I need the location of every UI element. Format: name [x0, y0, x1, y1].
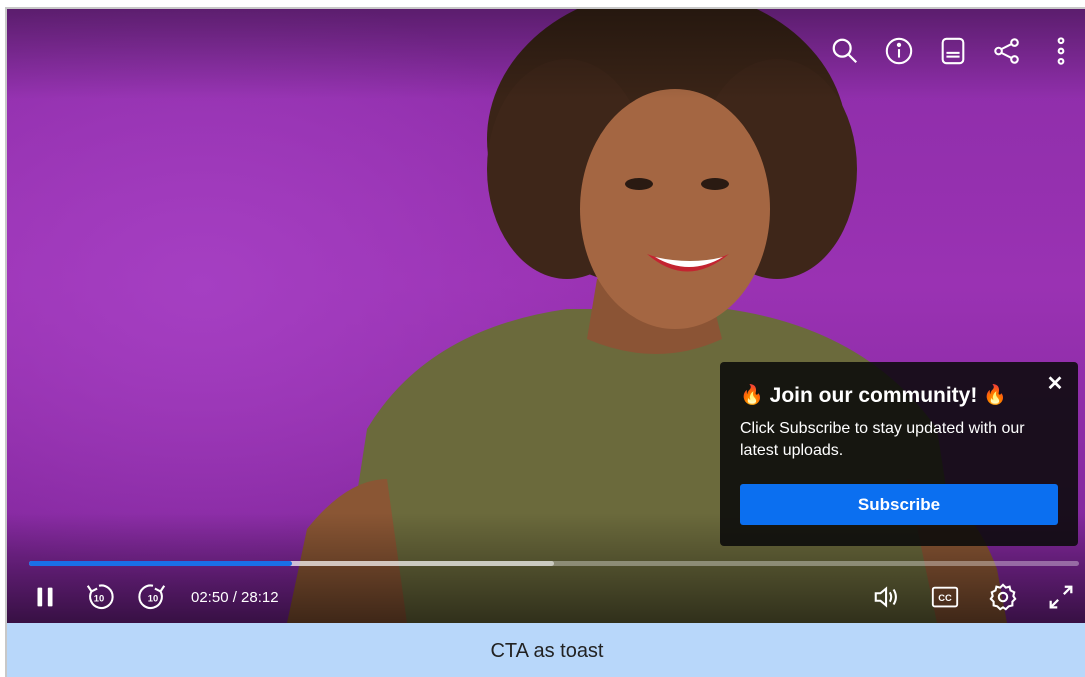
pause-icon[interactable]: [29, 581, 61, 613]
progress-bar[interactable]: [29, 561, 1079, 566]
info-icon[interactable]: [883, 35, 915, 67]
bottom-controls: 10 10 02:50 / 28:12 CC: [29, 577, 1077, 617]
search-icon[interactable]: [829, 35, 861, 67]
top-controls: [829, 31, 1077, 71]
cta-toast: ✕ 🔥 Join our community! 🔥 Click Subscrib…: [720, 362, 1078, 546]
subscribe-button[interactable]: Subscribe: [740, 484, 1058, 525]
close-icon[interactable]: ✕: [1044, 372, 1066, 395]
fullscreen-icon[interactable]: [1045, 581, 1077, 613]
volume-icon[interactable]: [871, 581, 903, 613]
flame-icon: 🔥: [983, 385, 1008, 406]
more-vertical-icon[interactable]: [1045, 35, 1077, 67]
forward-10-icon[interactable]: 10: [137, 581, 169, 613]
closed-captions-icon[interactable]: CC: [929, 581, 961, 613]
transcript-icon[interactable]: [937, 35, 969, 67]
cc-label: CC: [938, 593, 952, 603]
flame-icon: 🔥: [740, 385, 764, 406]
toast-message: Click Subscribe to stay updated with our…: [740, 420, 1025, 459]
toast-title: 🔥 Join our community! 🔥: [740, 382, 1058, 410]
rewind-10-label: 10: [94, 594, 104, 604]
progress-played: [29, 561, 292, 566]
rewind-10-icon[interactable]: 10: [83, 581, 115, 613]
video-area[interactable]: ✕ 🔥 Join our community! 🔥 Click Subscrib…: [7, 9, 1085, 623]
forward-10-label: 10: [148, 594, 158, 604]
time-display: 02:50 / 28:12: [191, 588, 279, 606]
player-frame: ✕ 🔥 Join our community! 🔥 Click Subscrib…: [5, 7, 1085, 677]
toast-title-text: Join our community!: [769, 384, 978, 407]
caption-bar: CTA as toast: [7, 623, 1085, 677]
settings-icon[interactable]: [987, 581, 1019, 613]
share-icon[interactable]: [991, 35, 1023, 67]
